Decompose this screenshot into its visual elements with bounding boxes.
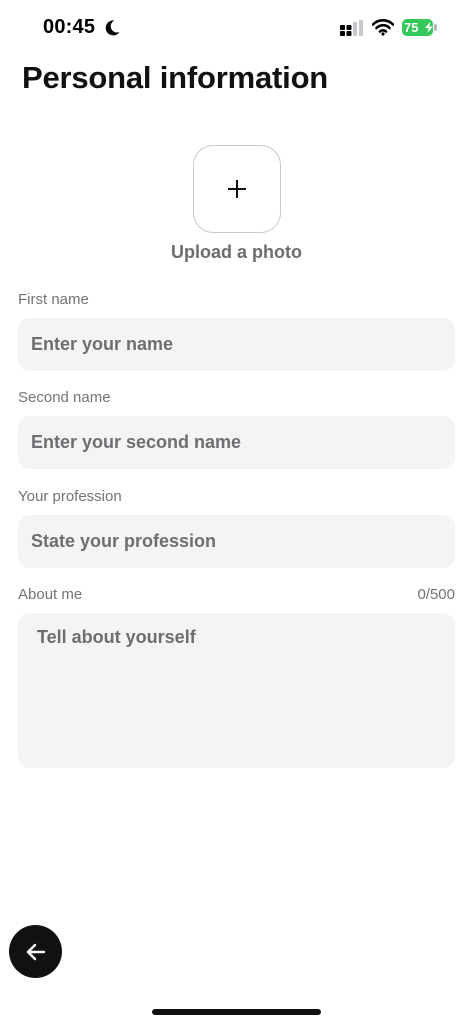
profession-input[interactable]: [18, 515, 455, 568]
bolt-icon: [425, 22, 433, 33]
plus-icon: [228, 180, 246, 198]
signal-icon: [340, 20, 363, 36]
about-me-label: About me: [18, 586, 83, 603]
home-indicator[interactable]: [152, 1009, 321, 1015]
second-name-label: Second name: [18, 389, 111, 406]
character-counter: 0/500: [417, 586, 455, 603]
battery-icon: 75: [402, 19, 437, 36]
first-name-label: First name: [18, 291, 89, 308]
battery-cap: [434, 24, 437, 31]
status-bar: 00:45 75: [0, 0, 473, 56]
page-title: Personal information: [22, 60, 329, 95]
about-me-textarea[interactable]: [18, 613, 455, 768]
back-button[interactable]: [9, 925, 62, 978]
profession-label: Your profession: [18, 488, 122, 505]
first-name-input[interactable]: [18, 318, 455, 371]
second-name-input[interactable]: [18, 416, 455, 469]
moon-icon: [105, 20, 120, 36]
upload-photo-label[interactable]: Upload a photo: [0, 242, 473, 263]
battery-percent: 75: [404, 20, 419, 35]
arrow-left-icon: [26, 943, 45, 960]
status-time: 00:45: [43, 16, 96, 38]
wifi-icon: [372, 19, 394, 36]
upload-photo-button[interactable]: [193, 145, 281, 233]
